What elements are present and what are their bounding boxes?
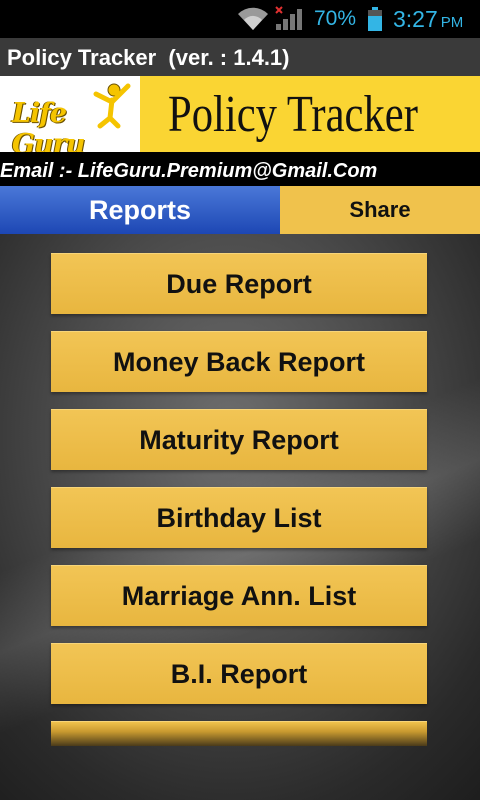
- clock-time: 3:27: [393, 6, 438, 32]
- battery-percent: 70%: [314, 7, 357, 30]
- banner: Life Guru Policy Tracker: [0, 76, 480, 160]
- reports-list: Due Report Money Back Report Maturity Re…: [0, 234, 480, 800]
- wifi-icon: [236, 6, 270, 37]
- maturity-report-button[interactable]: Maturity Report: [51, 409, 427, 470]
- email-line: Email :- LifeGuru.Premium@Gmail.Com: [0, 152, 480, 186]
- money-back-report-button[interactable]: Money Back Report: [51, 331, 427, 392]
- status-bar: 70% 3:27 PM: [0, 0, 480, 38]
- title-bar: Policy Tracker (ver. : 1.4.1): [0, 38, 480, 76]
- product-banner: Policy Tracker: [140, 76, 480, 152]
- tab-share[interactable]: Share: [280, 186, 480, 234]
- life-guru-logo: Life Guru: [0, 76, 140, 160]
- signal-icon: [274, 6, 304, 37]
- tab-bar: Reports Share: [0, 186, 480, 234]
- birthday-list-button[interactable]: Birthday List: [51, 487, 427, 548]
- due-report-button[interactable]: Due Report: [51, 253, 427, 314]
- bi-report-button[interactable]: B.I. Report: [51, 643, 427, 704]
- battery-icon: [367, 7, 383, 36]
- clock: 3:27 PM: [393, 6, 463, 33]
- tab-reports[interactable]: Reports: [0, 186, 280, 234]
- menu-button-partial[interactable]: [51, 721, 427, 746]
- person-figure-icon: [93, 83, 131, 129]
- marriage-ann-list-button[interactable]: Marriage Ann. List: [51, 565, 427, 626]
- email-text: Email :- LifeGuru.Premium@Gmail.Com: [0, 160, 378, 182]
- clock-ampm: PM: [440, 14, 464, 31]
- app-title: Policy Tracker (ver. : 1.4.1): [7, 45, 290, 70]
- product-title: Policy Tracker: [168, 86, 418, 143]
